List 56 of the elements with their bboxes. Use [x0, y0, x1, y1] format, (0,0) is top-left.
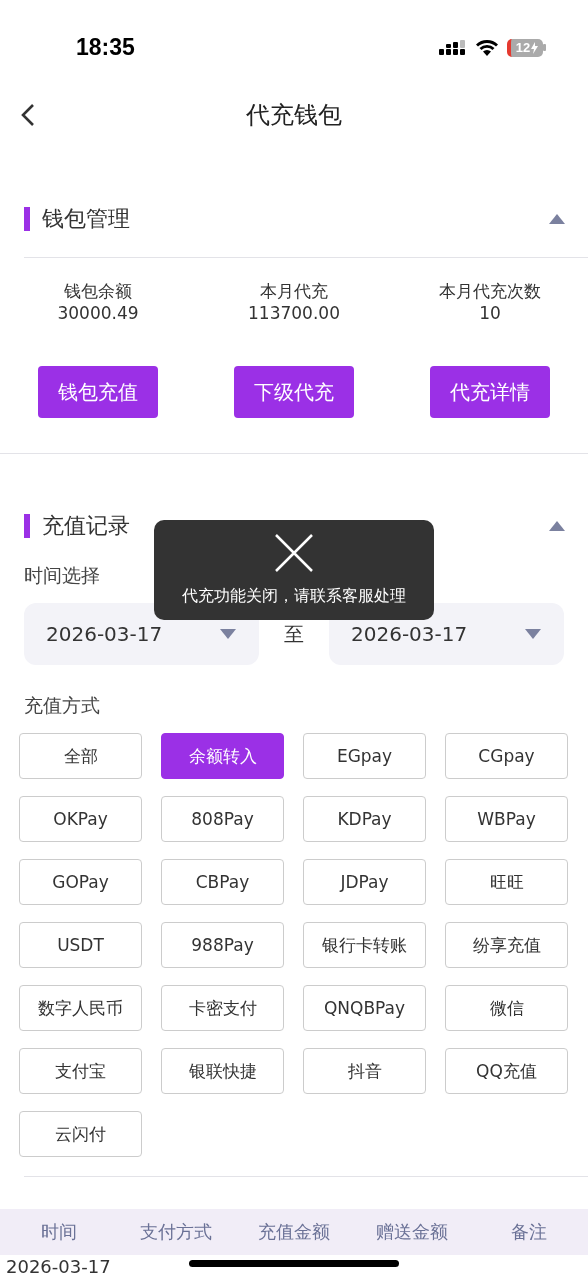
method-chip[interactable]: 云闪付	[19, 1111, 142, 1157]
section-title: 钱包管理	[24, 207, 130, 231]
method-chip[interactable]: JDPay	[303, 859, 426, 905]
method-chip[interactable]: CBPay	[161, 859, 284, 905]
method-chip[interactable]: USDT	[19, 922, 142, 968]
column-header: 赠送金额	[375, 1220, 448, 1244]
stat-label: 钱包余额	[64, 280, 132, 302]
method-chip[interactable]: 全部	[19, 733, 142, 779]
page-title: 代充钱包	[246, 100, 342, 131]
method-chip[interactable]: 988Pay	[161, 922, 284, 968]
field-label: 时间选择	[23, 563, 101, 588]
field-label: 充值方式	[23, 693, 101, 718]
signal-icon	[439, 39, 467, 56]
caret-icon[interactable]	[548, 520, 566, 532]
action-button[interactable]: 代充详情	[430, 366, 550, 418]
action-button[interactable]: 钱包充值	[38, 366, 158, 418]
status-time: 18:35	[76, 34, 135, 61]
method-chip[interactable]: 支付宝	[19, 1048, 142, 1094]
stat-value: 113700.00	[248, 302, 340, 324]
method-chip[interactable]: QQ充值	[445, 1048, 568, 1094]
section-title: 充值记录	[24, 514, 130, 538]
close-icon	[275, 533, 313, 572]
column-header: 充值金额	[258, 1220, 330, 1244]
table-cell-text: 2026-03-17	[5, 1255, 111, 1277]
action-button[interactable]: 下级代充	[234, 366, 354, 418]
method-chip[interactable]: CGpay	[445, 733, 568, 779]
method-chip[interactable]: 余额转入	[161, 733, 284, 779]
separator-text: 至	[283, 620, 305, 648]
caret-icon[interactable]	[524, 628, 542, 640]
method-chip[interactable]: GOPay	[19, 859, 142, 905]
caret-icon[interactable]	[548, 213, 566, 225]
method-chip[interactable]: KDPay	[303, 796, 426, 842]
method-chip[interactable]: 银行卡转账	[303, 922, 426, 968]
column-header: 时间	[40, 1220, 77, 1244]
stat-label: 本月代充次数	[439, 280, 541, 302]
method-chip[interactable]: 卡密支付	[161, 985, 284, 1031]
column-header: 支付方式	[140, 1220, 213, 1244]
method-chip[interactable]: 旺旺	[445, 859, 568, 905]
column-header: 备注	[511, 1220, 548, 1244]
battery-icon: 12	[507, 38, 546, 57]
back-icon[interactable]	[20, 103, 36, 127]
method-chip[interactable]: 数字人民币	[19, 985, 142, 1031]
stat-value: 10	[479, 302, 501, 324]
method-chip[interactable]: 银联快捷	[161, 1048, 284, 1094]
method-chip[interactable]: 纷享充值	[445, 922, 568, 968]
stat-value: 30000.49	[57, 302, 139, 324]
method-chip[interactable]: QNQBPay	[303, 985, 426, 1031]
method-chip[interactable]: OKPay	[19, 796, 142, 842]
method-chip[interactable]: EGpay	[303, 733, 426, 779]
method-chip[interactable]: WBPay	[445, 796, 568, 842]
stat-label: 本月代充	[260, 280, 328, 302]
method-chip[interactable]: 微信	[445, 985, 568, 1031]
wifi-icon	[475, 39, 499, 56]
caret-icon[interactable]	[219, 628, 237, 640]
method-chip[interactable]: 抖音	[303, 1048, 426, 1094]
method-chip[interactable]: 808Pay	[161, 796, 284, 842]
